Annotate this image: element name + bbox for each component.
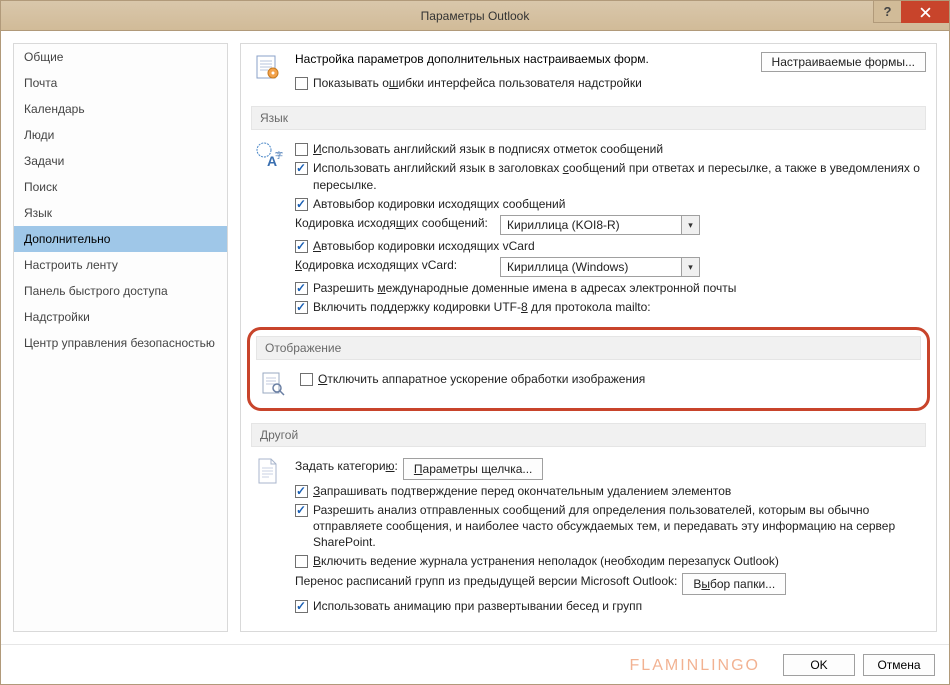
english-flags-checkbox[interactable] (295, 143, 308, 156)
outgoing-encoding-label: Кодировка исходящих сообщений: (295, 215, 495, 231)
migrate-schedules-label: Перенос расписаний групп из предыдущей в… (295, 573, 677, 589)
content-panel: Настройка параметров дополнительных наст… (240, 43, 937, 632)
group-header-display: Отображение (256, 336, 921, 360)
vcard-encoding-value: Кириллица (Windows) (501, 259, 681, 275)
chevron-down-icon: ▾ (681, 258, 699, 276)
utf8-mailto-checkbox[interactable] (295, 301, 308, 314)
utf8-mailto-label: Включить поддержку кодировки UTF-8 для п… (313, 299, 651, 315)
idn-label: Разрешить международные доменные имена в… (313, 280, 736, 296)
enable-logging-checkbox[interactable] (295, 555, 308, 568)
analyze-sent-checkbox[interactable] (295, 504, 308, 517)
options-dialog: Параметры Outlook ? Общие Почта Календар… (0, 0, 950, 685)
english-headers-label: Использовать английский язык в заголовка… (313, 160, 926, 192)
cancel-button[interactable]: Отмена (863, 654, 935, 676)
click-options-button[interactable]: Параметры щелчка... (403, 458, 544, 480)
globe-language-icon: A 字 (253, 140, 283, 170)
sidebar-item-people[interactable]: Люди (14, 122, 227, 148)
dialog-footer: FLAMINLINGO OK Отмена (1, 644, 949, 684)
sidebar-item-general[interactable]: Общие (14, 44, 227, 70)
category-sidebar: Общие Почта Календарь Люди Задачи Поиск … (13, 43, 228, 632)
titlebar: Параметры Outlook ? (1, 1, 949, 31)
custom-forms-button[interactable]: Настраиваемые формы... (761, 52, 926, 72)
ok-button[interactable]: OK (783, 654, 855, 676)
group-header-language: Язык (251, 106, 926, 130)
autoselect-vcard-label: Автовыбор кодировки исходящих vCard (313, 238, 535, 254)
disable-hw-accel-checkbox[interactable] (300, 373, 313, 386)
sidebar-item-tasks[interactable]: Задачи (14, 148, 227, 174)
idn-checkbox[interactable] (295, 282, 308, 295)
chevron-down-icon: ▾ (681, 216, 699, 234)
vcard-encoding-label: Кодировка исходящих vCard: (295, 257, 495, 273)
animate-expand-label: Использовать анимацию при развертывании … (313, 598, 642, 614)
group-header-other: Другой (251, 423, 926, 447)
close-icon (920, 7, 931, 18)
sidebar-item-addins[interactable]: Надстройки (14, 304, 227, 330)
enable-logging-label: Включить ведение журнала устранения непо… (313, 553, 779, 569)
animate-expand-checkbox[interactable] (295, 600, 308, 613)
document-magnifier-icon (259, 370, 287, 398)
show-ui-errors-label: Показывать ошибки интерфейса пользовател… (313, 75, 642, 91)
close-button[interactable] (901, 1, 949, 23)
disable-hw-accel-label: Отключить аппаратное ускорение обработки… (318, 371, 645, 387)
window-title: Параметры Outlook (1, 9, 949, 23)
english-headers-checkbox[interactable] (295, 162, 308, 175)
sidebar-item-search[interactable]: Поиск (14, 174, 227, 200)
select-folder-button[interactable]: Выбор папки... (682, 573, 786, 595)
sidebar-item-customize-ribbon[interactable]: Настроить ленту (14, 252, 227, 278)
sidebar-item-mail[interactable]: Почта (14, 70, 227, 96)
show-ui-errors-checkbox[interactable] (295, 77, 308, 90)
watermark: FLAMINLINGO (630, 657, 760, 675)
english-flags-label: Использовать английский язык в подписях … (313, 141, 663, 157)
sidebar-item-advanced[interactable]: Дополнительно (14, 226, 227, 252)
help-button[interactable]: ? (873, 1, 901, 23)
svg-text:字: 字 (275, 150, 283, 160)
confirm-delete-checkbox[interactable] (295, 485, 308, 498)
sidebar-item-language[interactable]: Язык (14, 200, 227, 226)
confirm-delete-label: Запрашивать подтверждение перед окончате… (313, 483, 731, 499)
autoselect-vcard-checkbox[interactable] (295, 240, 308, 253)
outgoing-encoding-value: Кириллица (KOI8-R) (501, 217, 681, 233)
autoselect-outgoing-checkbox[interactable] (295, 198, 308, 211)
display-group-highlight: Отображение Отк (247, 327, 930, 411)
custom-forms-desc: Настройка параметров дополнительных наст… (295, 52, 761, 66)
outgoing-encoding-select[interactable]: Кириллица (KOI8-R) ▾ (500, 215, 700, 235)
set-category-label: Задать категорию: (295, 458, 398, 474)
form-settings-icon (254, 54, 282, 82)
sidebar-item-qat[interactable]: Панель быстрого доступа (14, 278, 227, 304)
sidebar-item-calendar[interactable]: Календарь (14, 96, 227, 122)
document-icon (255, 457, 281, 487)
analyze-sent-label: Разрешить анализ отправленных сообщений … (313, 502, 926, 551)
sidebar-item-trust-center[interactable]: Центр управления безопасностью (14, 330, 227, 356)
autoselect-outgoing-label: Автовыбор кодировки исходящих сообщений (313, 196, 565, 212)
vcard-encoding-select[interactable]: Кириллица (Windows) ▾ (500, 257, 700, 277)
